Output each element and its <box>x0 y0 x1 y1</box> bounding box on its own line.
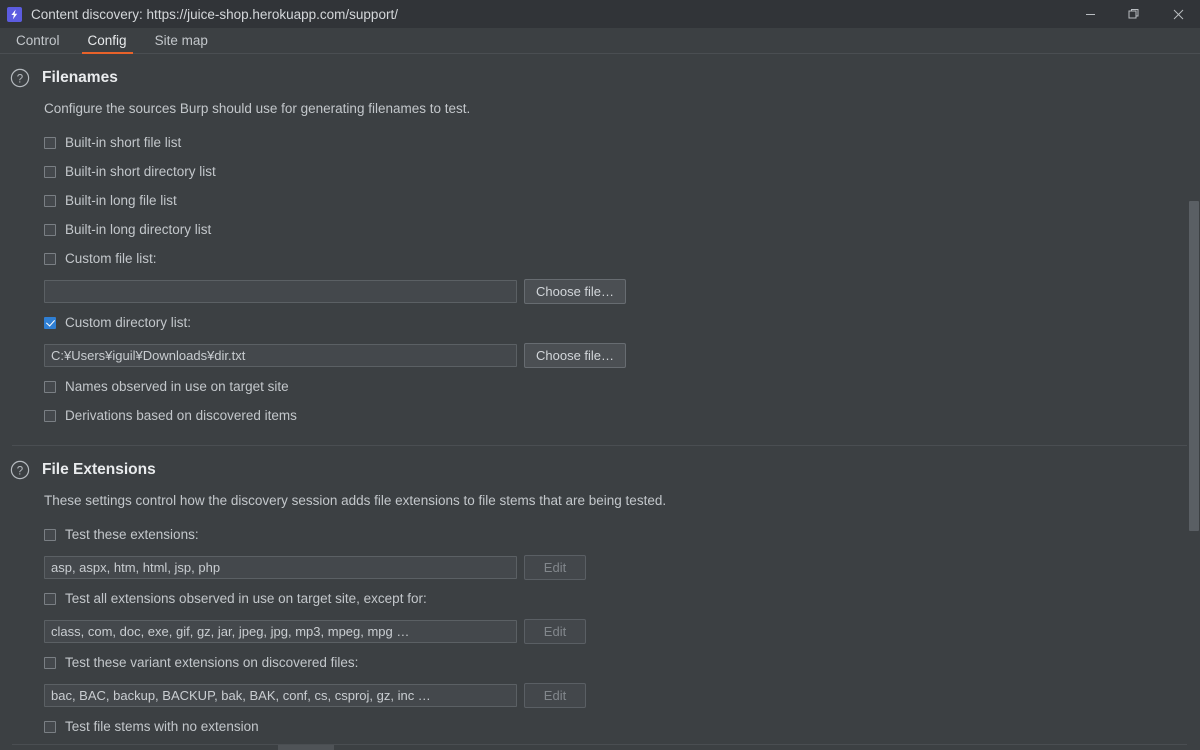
tab-control[interactable]: Control <box>2 28 74 53</box>
window-controls <box>1068 0 1200 28</box>
option-label: Built-in short directory list <box>65 164 216 179</box>
except-extensions-input[interactable] <box>44 620 517 643</box>
checkbox[interactable] <box>44 223 56 236</box>
window-titlebar: Content discovery: https://juice-shop.he… <box>0 0 1200 28</box>
checkbox[interactable] <box>44 528 56 541</box>
option-label: Built-in long file list <box>65 193 177 208</box>
question-circle-icon[interactable]: ? <box>10 68 30 88</box>
restore-icon[interactable] <box>1112 0 1156 28</box>
option-builtin-long-directory-list[interactable]: Built-in long directory list <box>44 221 1200 238</box>
option-test-these-extensions[interactable]: Test these extensions: <box>44 526 1200 543</box>
question-circle-icon[interactable]: ? <box>10 460 30 480</box>
filenames-description: Configure the sources Burp should use fo… <box>44 101 471 116</box>
burp-lightning-icon <box>7 6 22 22</box>
option-derivations[interactable]: Derivations based on discovered items <box>44 407 1200 424</box>
variant-extensions-input[interactable] <box>44 684 517 707</box>
checkbox[interactable] <box>44 592 56 605</box>
vertical-scrollbar[interactable] <box>1187 54 1200 750</box>
option-label: Test all extensions observed in use on t… <box>65 591 427 606</box>
page-title: Filenames <box>42 69 118 86</box>
test-extensions-row: Edit <box>44 555 1200 580</box>
option-label: Names observed in use on target site <box>65 379 289 394</box>
option-test-all-extensions-except[interactable]: Test all extensions observed in use on t… <box>44 590 1200 607</box>
checkbox[interactable] <box>44 409 56 422</box>
section-filenames: ? Filenames Configure the sources Burp s… <box>0 68 1200 424</box>
config-content-panel: ? Filenames Configure the sources Burp s… <box>0 54 1200 750</box>
tab-site-map[interactable]: Site map <box>141 28 222 53</box>
file-extensions-options: Test these extensions: Edit Test all ext… <box>44 526 1200 735</box>
file-extensions-description: These settings control how the discovery… <box>44 493 667 508</box>
choose-file-button-filelist[interactable]: Choose file… <box>524 279 627 304</box>
bottom-divider <box>12 744 1188 745</box>
checkbox[interactable] <box>44 380 56 393</box>
option-builtin-short-file-list[interactable]: Built-in short file list <box>44 134 1200 151</box>
minimize-icon[interactable] <box>1068 0 1112 28</box>
option-label: Derivations based on discovered items <box>65 408 297 423</box>
checkbox[interactable] <box>44 720 56 733</box>
tab-config[interactable]: Config <box>74 28 141 54</box>
option-label: Built-in long directory list <box>65 222 212 237</box>
close-icon[interactable] <box>1156 0 1200 28</box>
checkbox[interactable] <box>44 656 56 669</box>
checkbox[interactable] <box>44 165 56 178</box>
tab-bar: Control Config Site map <box>0 28 1200 54</box>
option-test-variant-extensions[interactable]: Test these variant extensions on discove… <box>44 654 1200 671</box>
edit-button-except-extensions[interactable]: Edit <box>524 619 586 644</box>
option-builtin-long-file-list[interactable]: Built-in long file list <box>44 192 1200 209</box>
option-label: Custom file list: <box>65 251 157 266</box>
section-title: File Extensions <box>42 461 156 478</box>
option-label: Test these extensions: <box>65 527 199 542</box>
option-builtin-short-directory-list[interactable]: Built-in short directory list <box>44 163 1200 180</box>
option-label: Built-in short file list <box>65 135 182 150</box>
bottom-panel-handle[interactable] <box>278 745 334 750</box>
choose-file-button-dirlist[interactable]: Choose file… <box>524 343 627 368</box>
custom-file-list-row: Choose file… <box>44 279 1200 304</box>
checkbox[interactable] <box>44 194 56 207</box>
window-title: Content discovery: https://juice-shop.he… <box>31 6 398 22</box>
section-file-extensions: ? File Extensions These settings control… <box>0 460 1200 735</box>
custom-directory-list-row: Choose file… <box>44 343 1200 368</box>
option-label: Test file stems with no extension <box>65 719 259 734</box>
checkbox[interactable] <box>44 252 56 265</box>
checkbox[interactable] <box>44 136 56 149</box>
filenames-options: Built-in short file list Built-in short … <box>44 134 1200 424</box>
filenames-header: ? Filenames <box>0 68 1200 88</box>
scrollbar-thumb[interactable] <box>1189 201 1199 531</box>
checkbox[interactable] <box>44 316 56 329</box>
svg-text:?: ? <box>17 73 23 85</box>
file-extensions-header: ? File Extensions <box>0 460 1200 480</box>
custom-file-list-input[interactable] <box>44 280 517 303</box>
variant-extensions-row: Edit <box>44 683 1200 708</box>
edit-button-variant-extensions[interactable]: Edit <box>524 683 586 708</box>
custom-directory-list-input[interactable] <box>44 344 517 367</box>
option-custom-file-list[interactable]: Custom file list: <box>44 250 1200 267</box>
option-custom-directory-list[interactable]: Custom directory list: <box>44 314 1200 331</box>
option-label: Test these variant extensions on discove… <box>65 655 359 670</box>
option-label: Custom directory list: <box>65 315 192 330</box>
section-divider <box>12 445 1188 446</box>
option-names-observed[interactable]: Names observed in use on target site <box>44 378 1200 395</box>
except-extensions-row: Edit <box>44 619 1200 644</box>
test-extensions-input[interactable] <box>44 556 517 579</box>
edit-button-test-extensions[interactable]: Edit <box>524 555 586 580</box>
option-test-no-extension[interactable]: Test file stems with no extension <box>44 718 1200 735</box>
svg-text:?: ? <box>17 465 23 477</box>
